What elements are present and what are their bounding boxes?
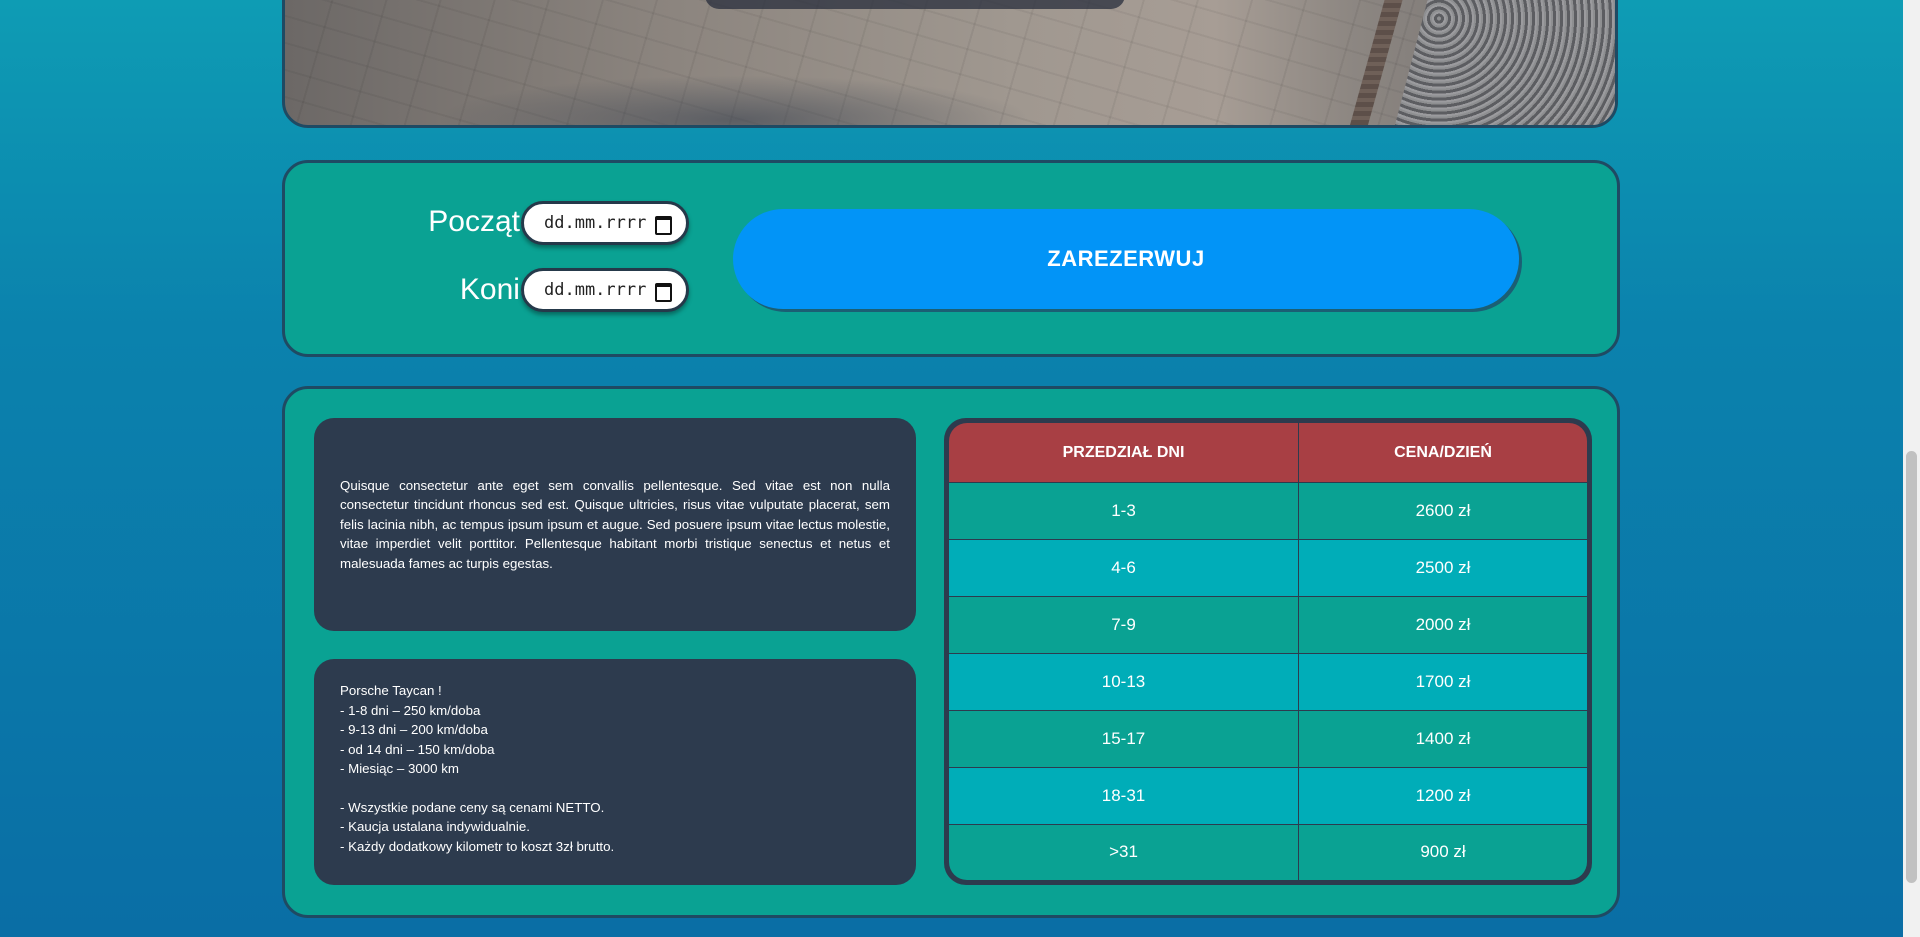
limit-line: - 1-8 dni – 250 km/doba [340,702,481,718]
days-cell: 10-13 [949,652,1299,711]
note-line: - Wszystkie podane ceny są cenami NETTO. [340,799,605,815]
days-cell: 18-31 [949,766,1299,825]
calendar-icon[interactable] [655,216,672,235]
price-cell: 900 zł [1298,823,1587,880]
description-panel: Quisque consectetur ante eget sem conval… [314,418,916,631]
car-photo [282,0,1618,128]
table-row: 1-3 2600 zł [949,482,1587,540]
end-date-placeholder: dd.mm.rrrr [544,280,647,300]
price-cell: 2500 zł [1298,538,1587,597]
limit-line: - Miesiąc – 3000 km [340,761,459,776]
days-cell: >31 [949,823,1299,880]
gravel-area [1395,0,1615,125]
photo-shade [435,75,1035,125]
car-info-section: Quisque consectetur ante eget sem conval… [282,386,1620,918]
note-line: - Każdy dodatkowy kilometr to koszt 3zł … [340,838,615,854]
table-row: 10-13 1700 zł [949,652,1587,711]
price-table: PRZEDZIAŁ DNI CENA/DZIEŃ 1-3 2600 zł 4-6… [949,423,1587,880]
price-table-frame: PRZEDZIAŁ DNI CENA/DZIEŃ 1-3 2600 zł 4-6… [944,418,1592,885]
mileage-limits-panel: Porsche Taycan ! - 1-8 dni – 250 km/doba… [314,659,916,885]
reserve-button[interactable]: ZAREZERWUJ [733,209,1519,309]
scrollbar-thumb[interactable] [1906,451,1917,883]
car-shadow [705,0,1125,9]
calendar-icon[interactable] [655,283,672,302]
table-row: 7-9 2000 zł [949,595,1587,654]
days-cell: 4-6 [949,538,1299,597]
description-text: Quisque consectetur ante eget sem conval… [340,477,890,571]
limit-line: - 9-13 dni – 200 km/doba [340,722,488,737]
table-row: 18-31 1200 zł [949,766,1587,825]
price-cell: 2600 zł [1298,482,1587,540]
limits-title: Porsche Taycan ! [340,683,442,698]
note-line: - Kaucja ustalana indywidualnie. [340,819,530,834]
price-cell: 1200 zł [1298,766,1587,825]
days-cell: 7-9 [949,595,1299,654]
days-cell: 1-3 [949,482,1299,540]
start-date-placeholder: dd.mm.rrrr [544,213,647,233]
days-cell: 15-17 [949,709,1299,768]
table-header-row: PRZEDZIAŁ DNI CENA/DZIEŃ [949,423,1587,483]
booking-form: Początek: Koniec: dd.mm.rrrr dd.mm.rrrr … [282,160,1620,357]
end-date-input[interactable]: dd.mm.rrrr [521,268,689,312]
price-cell: 1400 zł [1298,709,1587,768]
start-date-input[interactable]: dd.mm.rrrr [521,201,689,245]
header-days-range: PRZEDZIAŁ DNI [949,423,1299,483]
price-cell: 2000 zł [1298,595,1587,654]
price-cell: 1700 zł [1298,652,1587,711]
table-row: >31 900 zł [949,823,1587,880]
table-row: 4-6 2500 zł [949,538,1587,597]
table-row: 15-17 1400 zł [949,709,1587,768]
limit-line: - od 14 dni – 150 km/doba [340,741,495,757]
page-scrollbar[interactable] [1903,0,1920,937]
header-price-per-day: CENA/DZIEŃ [1298,423,1587,483]
